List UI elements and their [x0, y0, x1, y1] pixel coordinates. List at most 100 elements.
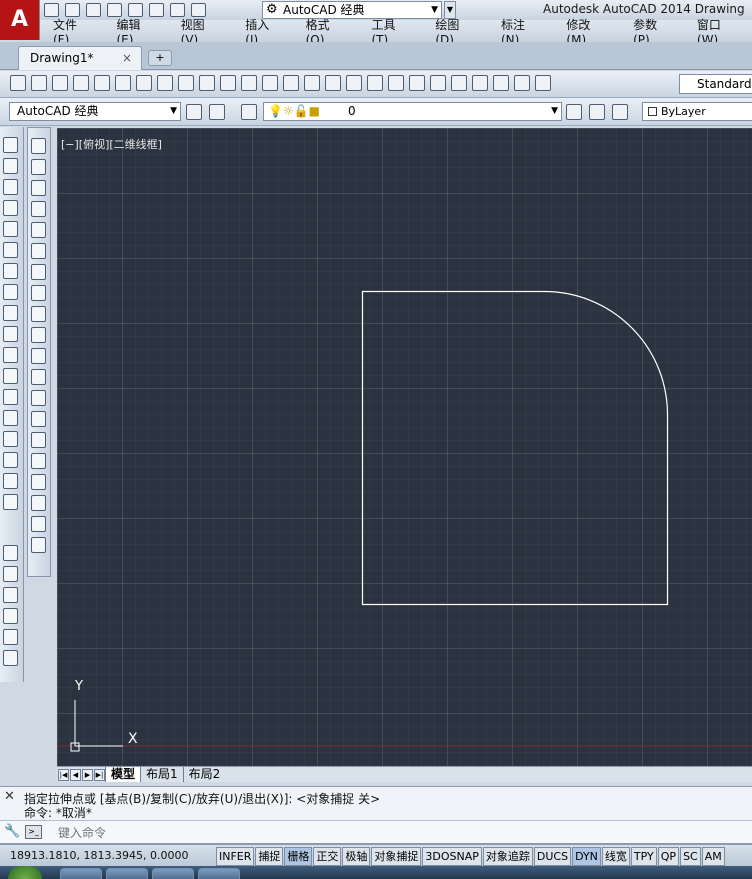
explode-icon[interactable]	[3, 494, 18, 510]
construction-line-icon[interactable]	[31, 159, 46, 175]
tool-palettes-icon[interactable]	[430, 75, 446, 91]
insert-block-icon[interactable]	[31, 369, 46, 385]
tab-model[interactable]: 模型	[105, 767, 141, 782]
zoom-realtime-icon[interactable]	[325, 75, 341, 91]
qnew-icon[interactable]	[10, 75, 26, 91]
toggle-ortho[interactable]: 正交	[313, 847, 342, 866]
new-tab-button[interactable]: +	[148, 50, 172, 66]
bring-above-icon[interactable]	[3, 587, 18, 603]
hatch-icon[interactable]	[31, 432, 46, 448]
join-icon[interactable]	[3, 410, 18, 426]
plot-icon[interactable]	[73, 75, 89, 91]
taskbar-item[interactable]	[152, 868, 194, 879]
design-center-icon[interactable]	[409, 75, 425, 91]
3d-dwf-icon[interactable]	[136, 75, 152, 91]
redo-icon[interactable]	[283, 75, 299, 91]
polyline-icon[interactable]	[31, 180, 46, 196]
first-layout-button[interactable]: |◀	[58, 768, 69, 781]
block-editor-icon[interactable]	[241, 75, 257, 91]
copy-icon[interactable]	[3, 158, 18, 174]
workspace-settings-icon[interactable]	[186, 104, 202, 120]
layer-state-icon[interactable]	[612, 104, 628, 120]
tab-layout2[interactable]: 布局2	[182, 767, 226, 782]
properties-icon[interactable]	[388, 75, 404, 91]
polygon-icon[interactable]	[31, 201, 46, 217]
save-icon[interactable]	[52, 75, 68, 91]
preview-icon[interactable]	[94, 75, 110, 91]
text-style-icon[interactable]	[535, 75, 551, 91]
blend-curves-icon[interactable]	[3, 473, 18, 489]
rectangle-icon[interactable]	[31, 222, 46, 238]
undo-icon[interactable]	[262, 75, 278, 91]
break-icon[interactable]	[3, 389, 18, 405]
save-workspace-icon[interactable]	[209, 104, 225, 120]
open-icon[interactable]	[31, 75, 47, 91]
rotate-icon[interactable]	[3, 263, 18, 279]
gradient-icon[interactable]	[31, 453, 46, 469]
toggle-am[interactable]: AM	[701, 847, 725, 866]
taskbar-item[interactable]	[106, 868, 148, 879]
taskbar-item[interactable]	[60, 868, 102, 879]
stretch-icon[interactable]	[3, 305, 18, 321]
trim-icon[interactable]	[3, 326, 18, 342]
next-layout-button[interactable]: ▶	[82, 768, 93, 781]
publish-icon[interactable]	[115, 75, 131, 91]
arc-icon[interactable]	[31, 243, 46, 259]
sheet-set-icon[interactable]	[451, 75, 467, 91]
text-style-dropdown[interactable]: Standard	[679, 74, 752, 94]
make-block-icon[interactable]	[31, 390, 46, 406]
fillet-icon[interactable]	[3, 452, 18, 468]
hatch-to-back-icon[interactable]	[3, 650, 18, 666]
circle-icon[interactable]	[31, 264, 46, 280]
coordinate-readout[interactable]: 18913.1810, 1813.3945, 0.0000	[10, 849, 188, 862]
workspace-switcher[interactable]: ⚙ AutoCAD 经典 ▼	[262, 1, 442, 19]
break-at-point-icon[interactable]	[3, 368, 18, 384]
ellipse-arc-icon[interactable]	[31, 348, 46, 364]
start-button[interactable]	[8, 866, 42, 879]
spline-icon[interactable]	[31, 306, 46, 322]
tab-layout1[interactable]: 布局1	[140, 767, 183, 782]
chamfer-icon[interactable]	[3, 431, 18, 447]
move-icon[interactable]	[3, 242, 18, 258]
revision-cloud-icon[interactable]	[31, 285, 46, 301]
offset-icon[interactable]	[3, 200, 18, 216]
workspace-dropdown[interactable]: AutoCAD 经典 ▼	[9, 102, 181, 121]
toggle-otrack[interactable]: 对象追踪	[482, 847, 533, 866]
extend-icon[interactable]	[3, 347, 18, 363]
draw-order-front-icon[interactable]	[3, 545, 18, 561]
erase-icon[interactable]	[3, 137, 18, 153]
toggle-qp[interactable]: QP	[657, 847, 680, 866]
pan-icon[interactable]	[304, 75, 320, 91]
point-icon[interactable]	[31, 411, 46, 427]
toggle-grid[interactable]: 栅格	[284, 847, 313, 866]
draw-order-back-icon[interactable]	[3, 566, 18, 582]
region-icon[interactable]	[31, 474, 46, 490]
toggle-lineweight[interactable]: 线宽	[601, 847, 630, 866]
multiline-text-icon[interactable]	[31, 516, 46, 532]
mirror-icon[interactable]	[3, 179, 18, 195]
drawing-canvas[interactable]: [−][俯视][二维线框] Y X	[57, 128, 752, 766]
scale-icon[interactable]	[3, 284, 18, 300]
add-selected-icon[interactable]	[31, 537, 46, 553]
match-properties-icon[interactable]	[220, 75, 236, 91]
calculator-icon[interactable]	[493, 75, 509, 91]
help-icon[interactable]	[514, 75, 530, 91]
array-icon[interactable]	[3, 221, 18, 237]
close-icon[interactable]: ×	[122, 47, 132, 69]
last-layout-button[interactable]: ▶|	[94, 768, 105, 781]
wrench-icon[interactable]: 🔧	[4, 824, 20, 839]
application-menu-button[interactable]: A	[0, 0, 40, 40]
ellipse-icon[interactable]	[31, 327, 46, 343]
color-dropdown[interactable]: ByLayer	[642, 102, 752, 121]
cut-icon[interactable]	[157, 75, 173, 91]
layer-dropdown[interactable]: 💡☼🔓■ 0 ▼	[263, 102, 562, 121]
toggle-tpy[interactable]: TPY	[630, 847, 657, 866]
zoom-previous-icon[interactable]	[367, 75, 383, 91]
toggle-infer[interactable]: INFER	[216, 847, 255, 866]
text-to-front-icon[interactable]	[3, 629, 18, 645]
markup-icon[interactable]	[472, 75, 488, 91]
layer-previous-icon[interactable]	[589, 104, 605, 120]
toggle-dyn[interactable]: DYN	[572, 847, 601, 866]
tab-drawing1[interactable]: Drawing1* ×	[18, 46, 142, 70]
taskbar-item[interactable]	[198, 868, 240, 879]
